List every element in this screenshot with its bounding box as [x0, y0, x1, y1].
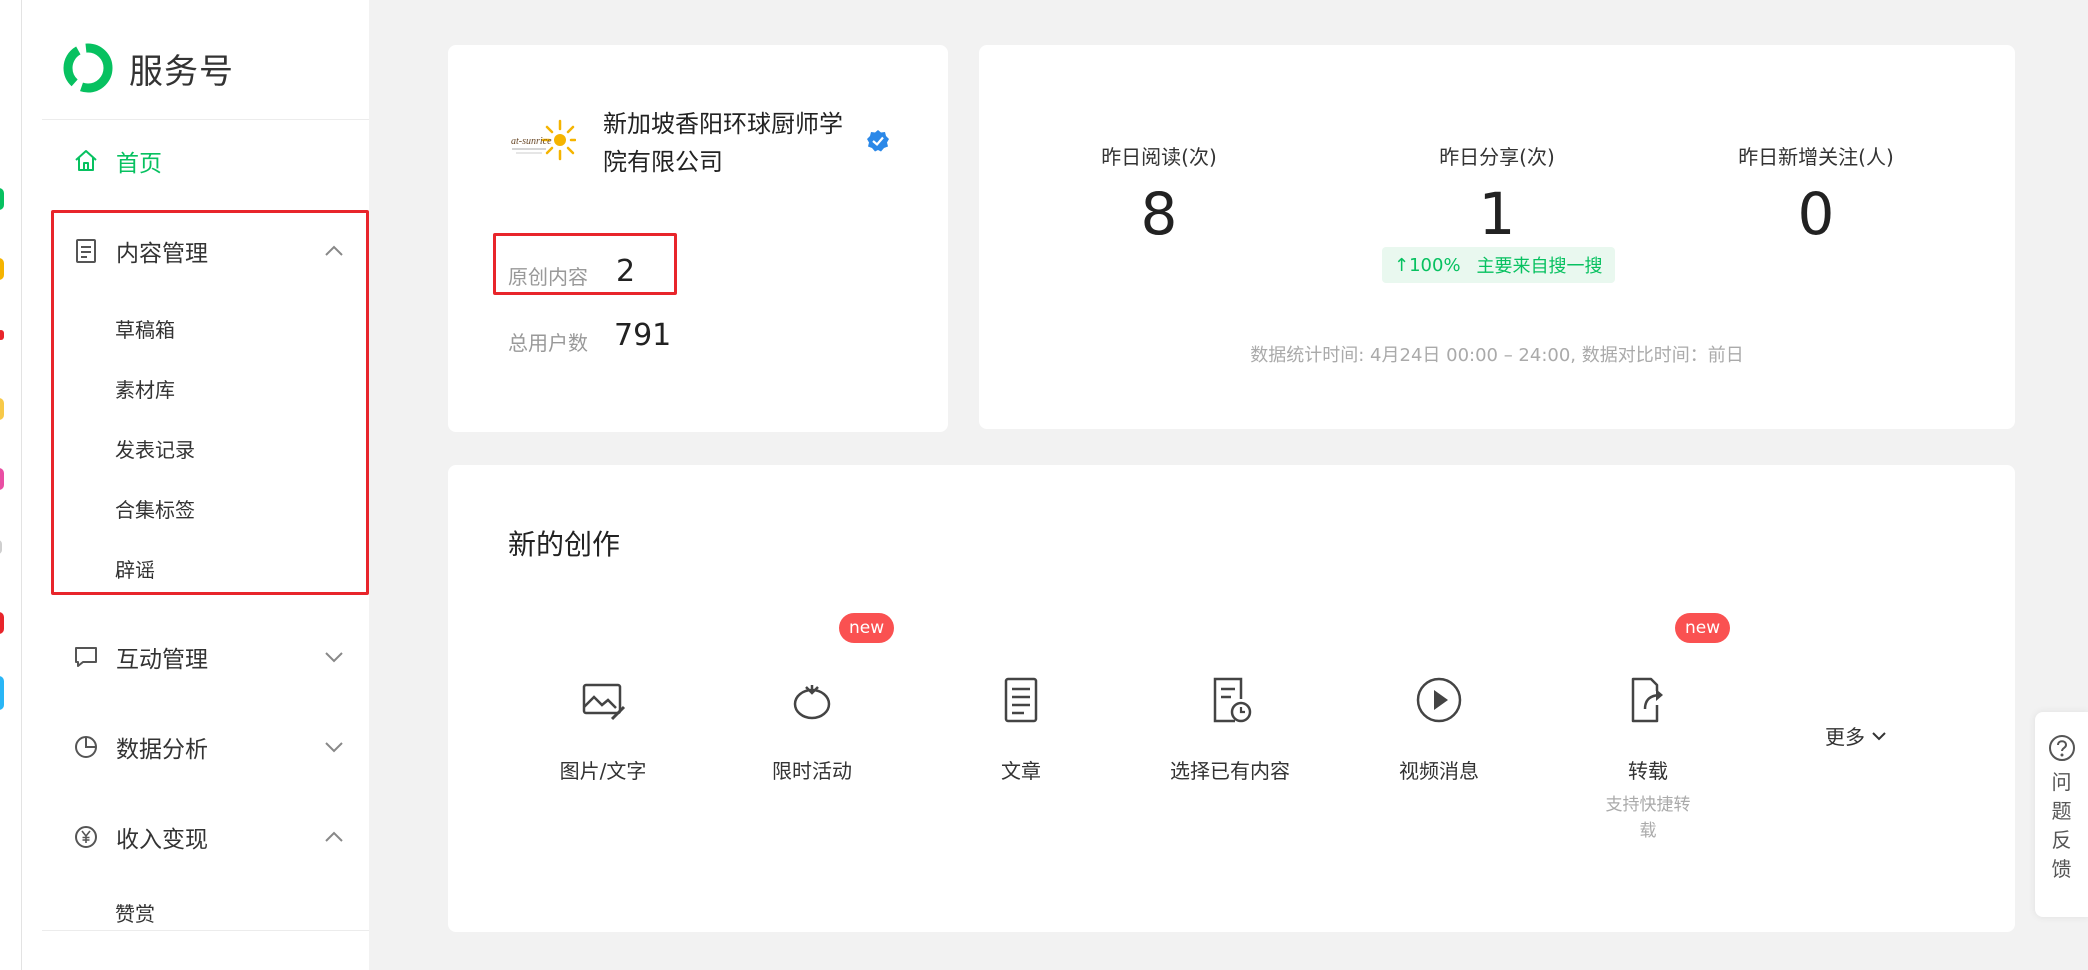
select-existing-content-button[interactable]: 选择已有内容 — [1140, 675, 1320, 784]
dock-app-icon[interactable] — [0, 468, 4, 490]
account-card: at-sunrice 新加坡香阳环球厨师学院有限公司 原创内容 2 总用户数 7… — [448, 45, 948, 432]
sidebar-item-materials[interactable]: 素材库 — [115, 374, 175, 406]
metric-followers-label: 昨日新增关注(人) — [1738, 145, 1894, 169]
divider — [42, 930, 369, 931]
brand[interactable]: 服务号 — [62, 40, 234, 96]
nav-monetize-label: 收入变现 — [116, 827, 208, 853]
nav-home[interactable]: 首页 — [72, 141, 348, 181]
chat-icon — [72, 643, 100, 671]
nav-content-label: 内容管理 — [116, 241, 208, 267]
sidebar-item-collection-tags[interactable]: 合集标签 — [115, 494, 195, 526]
verified-badge-icon — [867, 130, 889, 152]
chevron-down-icon[interactable] — [320, 733, 348, 761]
yesterday-stats-card: 昨日阅读(次) 8 昨日分享(次) 1 昨日新增关注(人) 0 ↑100% 主要… — [979, 45, 2015, 429]
repost-button[interactable]: 转载 支持快捷转载 — [1558, 675, 1738, 844]
pie-chart-icon — [72, 733, 100, 761]
yen-icon — [72, 823, 100, 851]
section-title: 新的创作 — [508, 528, 621, 561]
new-badge: new — [1675, 613, 1731, 643]
dock-app-icon[interactable] — [0, 612, 4, 634]
home-icon — [72, 147, 100, 175]
svg-text:at-sunrice: at-sunrice — [511, 136, 552, 147]
metric-followers-value: 0 — [1797, 180, 1835, 248]
sidebar-item-publish-records[interactable]: 发表记录 — [115, 434, 195, 466]
metric-reads-label: 昨日阅读(次) — [1101, 145, 1217, 169]
more-label: 更多 — [1825, 725, 1865, 749]
chevron-down-icon[interactable] — [320, 643, 348, 671]
nav-home-label: 首页 — [116, 151, 162, 177]
dock-app-icon[interactable] — [0, 258, 4, 280]
tool-label: 选择已有内容 — [1170, 759, 1290, 783]
nav-monetization[interactable]: 收入变现 — [72, 817, 348, 857]
new-creation-card: 新的创作 new new 图片/文字 限时活动 文章 选择已有内容 视频消息 转… — [448, 465, 2015, 932]
tool-sublabel: 支持快捷转载 — [1605, 795, 1691, 841]
create-video-message-button[interactable]: 视频消息 — [1349, 675, 1529, 784]
original-content-value: 2 — [616, 254, 636, 289]
nav-interaction-management[interactable]: 互动管理 — [72, 637, 348, 677]
stats-time-note: 数据统计时间: 4月24日 00:00 – 24:00, 数据对比时间：前日 — [1250, 345, 1744, 366]
create-limited-event-button[interactable]: 限时活动 — [722, 675, 902, 784]
chevron-down-icon — [1872, 731, 1886, 740]
dock-app-icon[interactable] — [0, 540, 2, 554]
feedback-tab[interactable]: 问题反馈 — [2035, 712, 2088, 917]
more-dropdown[interactable]: 更多 — [1825, 721, 1887, 750]
tool-label: 转载 — [1628, 759, 1668, 783]
dock-app-icon[interactable] — [0, 188, 4, 210]
image-edit-icon — [582, 683, 626, 721]
tool-label: 视频消息 — [1399, 759, 1479, 783]
create-image-text-button[interactable]: 图片/文字 — [513, 675, 693, 784]
sidebar-item-drafts[interactable]: 草稿箱 — [115, 314, 175, 346]
nav-analytics-label: 数据分析 — [116, 737, 208, 763]
create-article-button[interactable]: 文章 — [931, 675, 1111, 784]
trend-change: ↑100% — [1394, 254, 1461, 276]
tool-label: 图片/文字 — [559, 759, 647, 783]
original-content-label: 原创内容 — [508, 265, 588, 289]
doc-clock-icon — [1213, 677, 1252, 723]
app-dock — [0, 0, 22, 970]
tool-label: 文章 — [1001, 759, 1041, 783]
new-badge: new — [839, 613, 895, 643]
metric-shares-label: 昨日分享(次) — [1439, 145, 1555, 169]
account-logo: at-sunrice — [511, 119, 576, 161]
nav-data-analytics[interactable]: 数据分析 — [72, 727, 348, 767]
brand-name: 服务号 — [129, 51, 234, 92]
nav-interaction-label: 互动管理 — [116, 647, 208, 673]
metric-shares: 昨日分享(次) 1 — [1347, 141, 1647, 246]
chevron-up-icon[interactable] — [320, 823, 348, 851]
document-icon — [72, 237, 100, 265]
question-icon — [2048, 735, 2075, 761]
sidebar: 服务号 首页 内容管理 草稿箱 素材库 发表记录 合集标签 辟谣 互动管理 数据… — [22, 0, 369, 970]
share-trend-badge: ↑100% 主要来自搜一搜 — [1382, 247, 1615, 283]
metric-new-followers: 昨日新增关注(人) 0 — [1666, 141, 1966, 246]
feedback-label: 问题反馈 — [2051, 770, 2072, 881]
metric-reads: 昨日阅读(次) 8 — [1009, 141, 1309, 246]
metric-reads-value: 8 — [1140, 180, 1178, 248]
service-account-logo-icon — [63, 43, 113, 93]
article-icon — [1004, 677, 1038, 723]
dock-app-icon[interactable] — [0, 398, 4, 420]
total-users-label: 总用户数 — [508, 331, 588, 355]
dock-app-icon[interactable] — [0, 676, 4, 710]
total-users-value: 791 — [614, 318, 672, 353]
play-icon — [1416, 677, 1462, 723]
divider — [42, 119, 369, 120]
dock-app-icon[interactable] — [0, 330, 4, 340]
tomato-icon — [793, 685, 831, 720]
share-doc-icon — [1631, 677, 1663, 723]
metric-shares-value: 1 — [1478, 180, 1516, 248]
account-name: 新加坡香阳环球厨师学院有限公司 — [603, 110, 843, 176]
trend-source: 主要来自搜一搜 — [1476, 256, 1603, 277]
chevron-up-icon[interactable] — [320, 237, 348, 265]
sidebar-item-appreciation[interactable]: 赞赏 — [115, 898, 155, 930]
sidebar-item-rumor-refute[interactable]: 辟谣 — [115, 554, 155, 586]
nav-content-management[interactable]: 内容管理 — [72, 231, 348, 271]
tool-label: 限时活动 — [772, 759, 852, 783]
